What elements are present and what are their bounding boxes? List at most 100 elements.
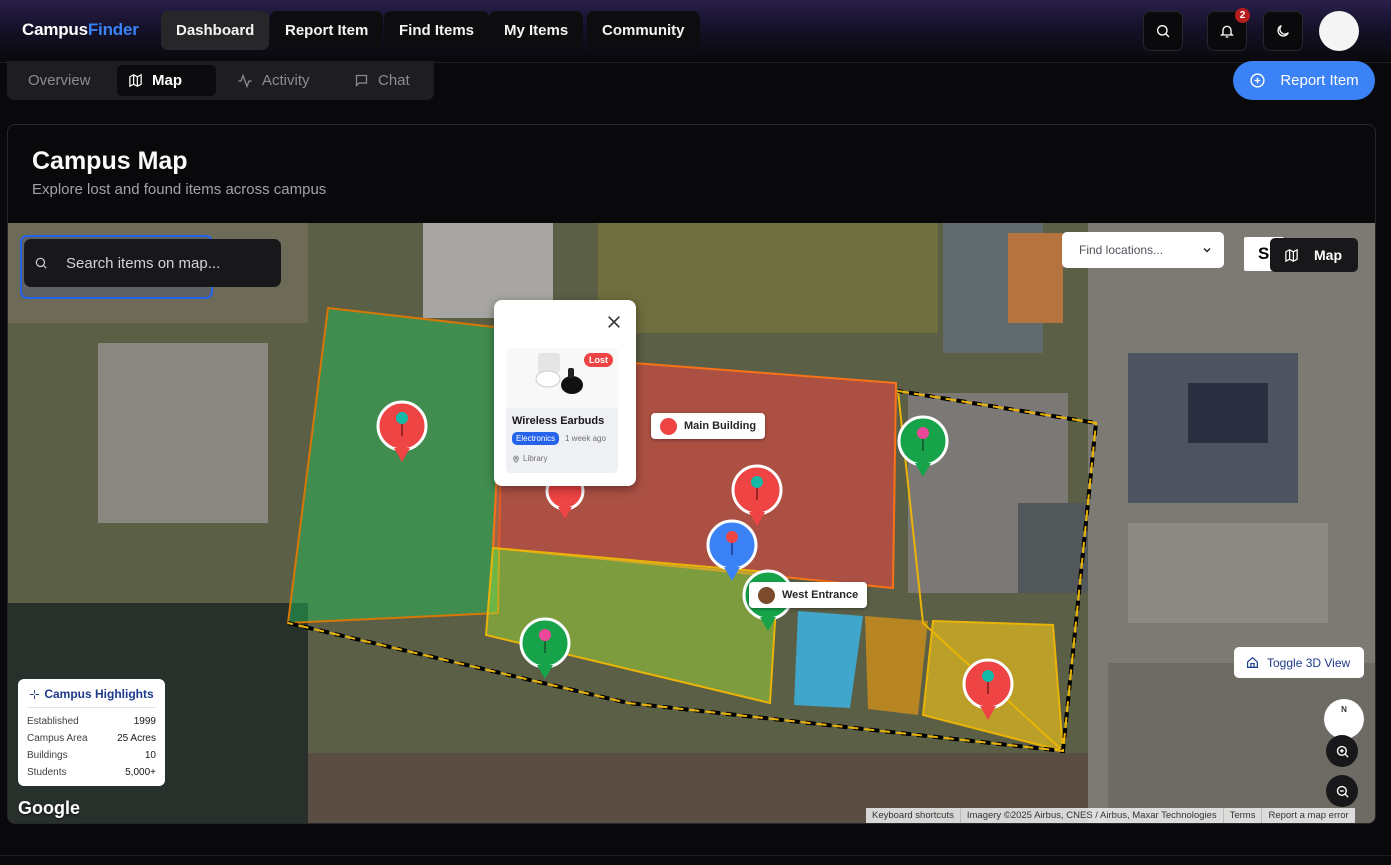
- found-item-marker[interactable]: [897, 415, 949, 477]
- highlight-row: Students 5,000+: [27, 764, 156, 781]
- terms-link[interactable]: Terms: [1224, 808, 1263, 823]
- lost-item-marker[interactable]: [731, 464, 783, 526]
- item-time: 1 week ago: [565, 434, 606, 443]
- moon-icon: [1277, 25, 1289, 37]
- category-badge: Electronics: [512, 432, 560, 445]
- find-locations-placeholder: Find locations...: [1079, 243, 1164, 257]
- location-dot: [660, 417, 677, 435]
- selected-item-marker[interactable]: [706, 519, 758, 581]
- location-label-text: Main Building: [684, 420, 757, 432]
- dashboard-tabs: Overview Map Activity Chat: [7, 61, 434, 100]
- card-title: Campus Map: [32, 147, 188, 175]
- toggle-3d-view-label: Toggle 3D View: [1267, 655, 1351, 670]
- tab-overview-label: Overview: [28, 72, 91, 89]
- activity-icon: [238, 73, 252, 88]
- plus-circle-icon: [1250, 73, 1265, 88]
- bell-icon: [1220, 25, 1234, 38]
- report-item-button-label: Report Item: [1280, 72, 1359, 89]
- notifications-button[interactable]: 2: [1207, 8, 1250, 51]
- tab-chat[interactable]: Chat: [343, 65, 421, 96]
- logo-text-campus: Campus: [22, 20, 88, 39]
- item-location-text: Library: [523, 454, 548, 463]
- highlight-label: Established: [27, 716, 79, 727]
- item-markers: [376, 400, 1014, 720]
- tab-overview[interactable]: Overview: [17, 65, 102, 96]
- search-button[interactable]: [1143, 11, 1183, 51]
- highlight-value: 1999: [133, 716, 156, 727]
- nav-report-item[interactable]: Report Item: [270, 11, 384, 50]
- tab-activity-label: Activity: [262, 72, 310, 89]
- highlight-row: Buildings 10: [27, 747, 156, 764]
- highlight-value: 5,000+: [125, 767, 156, 778]
- tab-map[interactable]: Map: [117, 65, 216, 96]
- app-logo[interactable]: CampusFinder: [22, 20, 139, 40]
- notification-badge: 2: [1235, 8, 1250, 23]
- compass[interactable]: N: [1324, 699, 1364, 739]
- nav-my-items[interactable]: My Items: [489, 11, 584, 50]
- close-icon[interactable]: [606, 314, 622, 330]
- campus-map-card: Campus Map Explore lost and found items …: [7, 124, 1376, 824]
- map-type-toggle[interactable]: Map: [1270, 238, 1358, 272]
- lost-item-marker[interactable]: [962, 658, 1014, 720]
- user-avatar[interactable]: [1319, 11, 1359, 51]
- sparkle-icon: [30, 689, 40, 699]
- tab-chat-label: Chat: [378, 72, 410, 89]
- highlight-value: 10: [144, 750, 156, 761]
- status-badge: Lost: [584, 353, 613, 367]
- search-icon: [1157, 25, 1170, 38]
- logo-text-finder: Finder: [87, 20, 139, 39]
- compass-north-label: N: [1341, 705, 1347, 714]
- highlight-value: 25 Acres: [117, 733, 156, 744]
- card-subtitle: Explore lost and found items across camp…: [32, 181, 327, 198]
- report-item-button[interactable]: Report Item: [1233, 61, 1375, 100]
- campus-map[interactable]: Main Building West Entrance Search items…: [8, 223, 1375, 823]
- home-icon: [1247, 656, 1258, 668]
- highlight-label: Buildings: [27, 750, 68, 761]
- google-logo: Google: [18, 798, 80, 818]
- map-search-placeholder: Search items on map...: [66, 254, 221, 272]
- item-card[interactable]: Lost Wireless Earbuds Electronics 1 week…: [506, 348, 618, 473]
- map-icon: [1285, 248, 1298, 262]
- top-navigation: CampusFinder Dashboard Report Item Find …: [0, 0, 1391, 63]
- search-icon: [35, 257, 47, 269]
- zoom-in-button[interactable]: [1326, 735, 1358, 767]
- found-item-marker[interactable]: [519, 617, 571, 679]
- location-label-main-building[interactable]: Main Building: [651, 413, 766, 439]
- map-type-toggle-label: Map: [1314, 247, 1342, 263]
- nav-find-items[interactable]: Find Items: [384, 11, 490, 50]
- highlights-title: Campus Highlights: [27, 687, 156, 708]
- map-pin-icon: [513, 455, 519, 463]
- location-label-west-entrance[interactable]: West Entrance: [749, 582, 868, 608]
- item-location: Library: [512, 454, 547, 463]
- chevron-down-icon: [1203, 247, 1211, 253]
- map-attribution: Keyboard shortcuts Imagery ©2025 Airbus,…: [866, 808, 1355, 823]
- report-map-error-link[interactable]: Report a map error: [1262, 808, 1354, 823]
- highlight-label: Campus Area: [27, 733, 88, 744]
- location-label-text: West Entrance: [782, 589, 859, 601]
- item-popup: Lost Wireless Earbuds Electronics 1 week…: [494, 300, 636, 486]
- zoom-out-icon: [1336, 785, 1349, 798]
- tab-map-label: Map: [152, 72, 182, 89]
- imagery-credit: Imagery ©2025 Airbus, CNES / Airbus, Max…: [961, 808, 1224, 823]
- map-search-input[interactable]: Search items on map...: [24, 239, 281, 287]
- zoom-out-button[interactable]: [1326, 775, 1358, 807]
- footer-divider: [0, 855, 1391, 865]
- tab-activity[interactable]: Activity: [226, 65, 321, 96]
- keyboard-shortcuts-link[interactable]: Keyboard shortcuts: [866, 808, 961, 823]
- nav-community[interactable]: Community: [587, 11, 700, 50]
- highlights-title-text: Campus Highlights: [44, 687, 154, 701]
- campus-highlights-panel: Campus Highlights Established 1999 Campus…: [18, 679, 165, 786]
- highlight-label: Students: [27, 767, 67, 778]
- chat-icon: [355, 74, 368, 88]
- find-locations-select[interactable]: Find locations...: [1062, 232, 1224, 268]
- location-dot: [758, 586, 775, 604]
- toggle-3d-view-button[interactable]: Toggle 3D View: [1234, 647, 1364, 678]
- map-icon: [129, 73, 142, 88]
- highlight-row: Established 1999: [27, 713, 156, 730]
- zoom-in-icon: [1336, 745, 1349, 758]
- theme-toggle-button[interactable]: [1263, 11, 1303, 51]
- item-title: Wireless Earbuds: [512, 415, 605, 427]
- lost-item-marker[interactable]: [376, 400, 428, 462]
- highlight-row: Campus Area 25 Acres: [27, 730, 156, 747]
- nav-dashboard[interactable]: Dashboard: [161, 11, 270, 50]
